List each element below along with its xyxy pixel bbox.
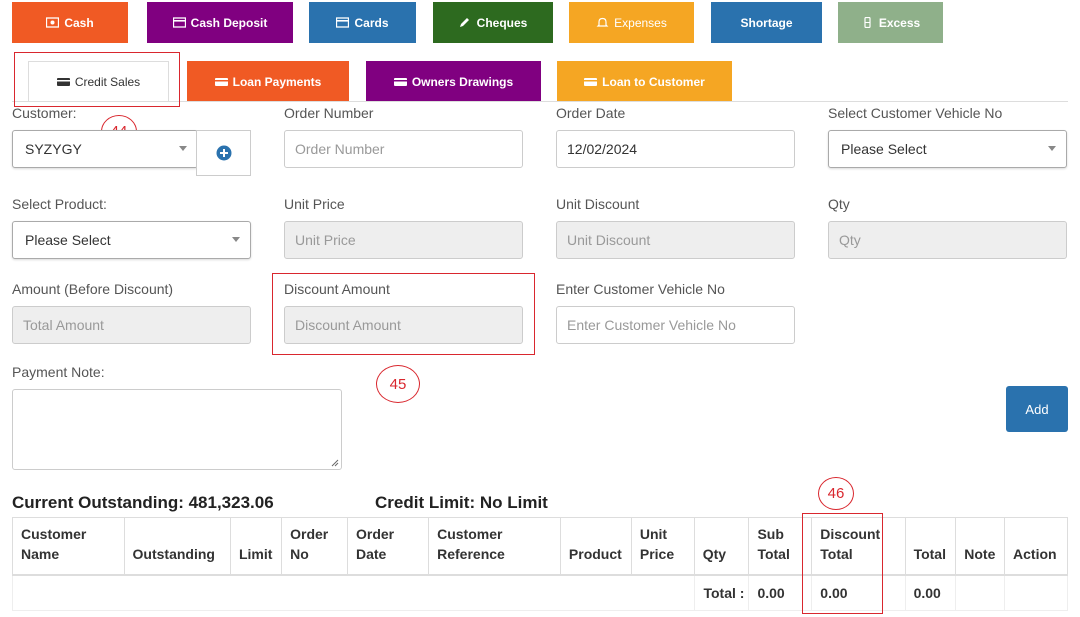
amount-input: Total Amount <box>12 306 251 344</box>
annotation-46-label: 46 <box>827 485 845 502</box>
col-order-no: Order No <box>281 517 348 576</box>
tab-owners-drawings[interactable]: Owners Drawings <box>366 61 541 102</box>
annotation-45-label: 45 <box>389 375 407 393</box>
tab-excess-label: Excess <box>878 15 921 30</box>
add-customer-button[interactable] <box>196 130 251 176</box>
chevron-down-icon <box>179 146 187 151</box>
order-number-label: Order Number <box>284 105 374 121</box>
tab-shortage[interactable]: Shortage <box>711 2 822 43</box>
chevron-down-icon <box>232 237 240 242</box>
payment-note-label: Payment Note: <box>12 364 105 380</box>
card-icon <box>214 78 228 86</box>
vehicle-enter-input[interactable]: Enter Customer Vehicle No <box>556 306 795 344</box>
unit-price-placeholder: Unit Price <box>295 232 356 248</box>
tab-expenses[interactable]: Expenses <box>569 2 694 43</box>
tab-cheques-label: Cheques <box>476 15 528 30</box>
unit-price-label: Unit Price <box>284 196 345 212</box>
tab-shortage-label: Shortage <box>740 15 793 30</box>
annotation-box-46 <box>802 513 883 614</box>
vehicle-select-label: Select Customer Vehicle No <box>828 105 1003 121</box>
table-header-row: Customer Name Outstanding Limit Order No… <box>12 517 1068 576</box>
amount-placeholder: Total Amount <box>23 317 104 333</box>
tab-loan-payments[interactable]: Loan Payments <box>187 61 349 102</box>
qty-input: Qty <box>828 221 1067 259</box>
total-value: 0.00 <box>904 574 957 611</box>
unit-price-input: Unit Price <box>284 221 523 259</box>
tab-excess[interactable]: Excess <box>838 2 943 43</box>
col-customer-reference: Customer Reference <box>428 517 561 576</box>
tab-loan-to-customer[interactable]: Loan to Customer <box>557 61 732 102</box>
order-date-input[interactable]: 12/02/2024 <box>556 130 795 168</box>
amount-label: Amount (Before Discount) <box>12 281 174 297</box>
col-product: Product <box>559 517 632 576</box>
tab-expenses-label: Expenses <box>614 15 667 30</box>
customer-label: Customer: <box>12 105 77 121</box>
card-icon <box>393 78 407 86</box>
discount-amount-input: Discount Amount <box>284 306 523 344</box>
current-outstanding: Current Outstanding: 481,323.06 <box>12 493 274 512</box>
col-note: Note <box>955 517 1006 576</box>
unit-discount-label: Unit Discount <box>556 196 640 212</box>
product-select-value: Please Select <box>25 232 111 248</box>
money-bill-icon <box>864 17 871 28</box>
pencil-icon <box>459 18 469 27</box>
order-number-placeholder: Order Number <box>295 141 385 157</box>
col-qty: Qty <box>693 517 750 576</box>
order-number-input[interactable]: Order Number <box>284 130 523 168</box>
table-total-row: Total : 0.00 0.00 0.00 <box>12 574 1068 611</box>
total-label: Total : <box>693 574 750 611</box>
col-limit: Limit <box>229 517 283 576</box>
money-icon <box>46 17 60 28</box>
unit-discount-input: Unit Discount <box>556 221 795 259</box>
payment-note-textarea[interactable] <box>12 389 342 470</box>
tab-cash-deposit-label: Cash Deposit <box>190 15 268 30</box>
order-date-value: 12/02/2024 <box>567 141 638 157</box>
tab-cards-label: Cards <box>354 15 389 30</box>
credit-sales-table: Customer Name Outstanding Limit Order No… <box>12 517 1068 611</box>
resize-handle-icon[interactable] <box>331 459 339 467</box>
col-order-date: Order Date <box>346 517 430 576</box>
bell-icon <box>596 17 609 27</box>
col-customer-name: Customer Name <box>12 517 125 576</box>
vehicle-enter-label: Enter Customer Vehicle No <box>556 281 725 297</box>
card-icon <box>172 17 186 28</box>
product-select[interactable]: Please Select <box>12 221 251 259</box>
add-button[interactable]: Add <box>1006 386 1068 432</box>
annotation-46: 46 <box>818 477 854 510</box>
product-label: Select Product: <box>12 196 107 212</box>
annotation-45: 45 <box>376 365 420 403</box>
qty-label: Qty <box>828 196 850 212</box>
tab-cash[interactable]: Cash <box>12 2 128 43</box>
col-action: Action <box>1004 517 1068 576</box>
vehicle-enter-placeholder: Enter Customer Vehicle No <box>567 317 736 333</box>
discount-amount-placeholder: Discount Amount <box>295 317 401 333</box>
unit-discount-placeholder: Unit Discount <box>567 232 651 248</box>
col-total: Total <box>904 517 957 576</box>
annotation-box-44 <box>14 52 180 107</box>
col-unit-price: Unit Price <box>630 517 695 576</box>
tab-cheques[interactable]: Cheques <box>433 2 553 43</box>
order-date-label: Order Date <box>556 105 626 121</box>
credit-limit: Credit Limit: No Limit <box>375 493 548 512</box>
qty-placeholder: Qty <box>839 232 861 248</box>
card-icon <box>336 17 350 28</box>
col-outstanding: Outstanding <box>123 517 231 576</box>
tab-cards[interactable]: Cards <box>309 2 416 43</box>
chevron-down-icon <box>1048 146 1056 151</box>
vehicle-select[interactable]: Please Select <box>828 130 1067 168</box>
discount-amount-label: Discount Amount <box>284 281 390 297</box>
tab-loan-to-customer-label: Loan to Customer <box>602 74 705 89</box>
customer-select-value: SYZYGY <box>25 141 82 157</box>
customer-select[interactable]: SYZYGY <box>12 130 198 168</box>
card-icon <box>584 78 598 86</box>
tab-loan-payments-label: Loan Payments <box>232 74 322 89</box>
tab-cash-label: Cash <box>64 15 94 30</box>
plus-circle-icon <box>216 145 231 161</box>
tab-cash-deposit[interactable]: Cash Deposit <box>147 2 293 43</box>
tab-owners-drawings-label: Owners Drawings <box>411 74 514 89</box>
add-button-label: Add <box>1025 401 1049 417</box>
vehicle-select-value: Please Select <box>841 141 927 157</box>
